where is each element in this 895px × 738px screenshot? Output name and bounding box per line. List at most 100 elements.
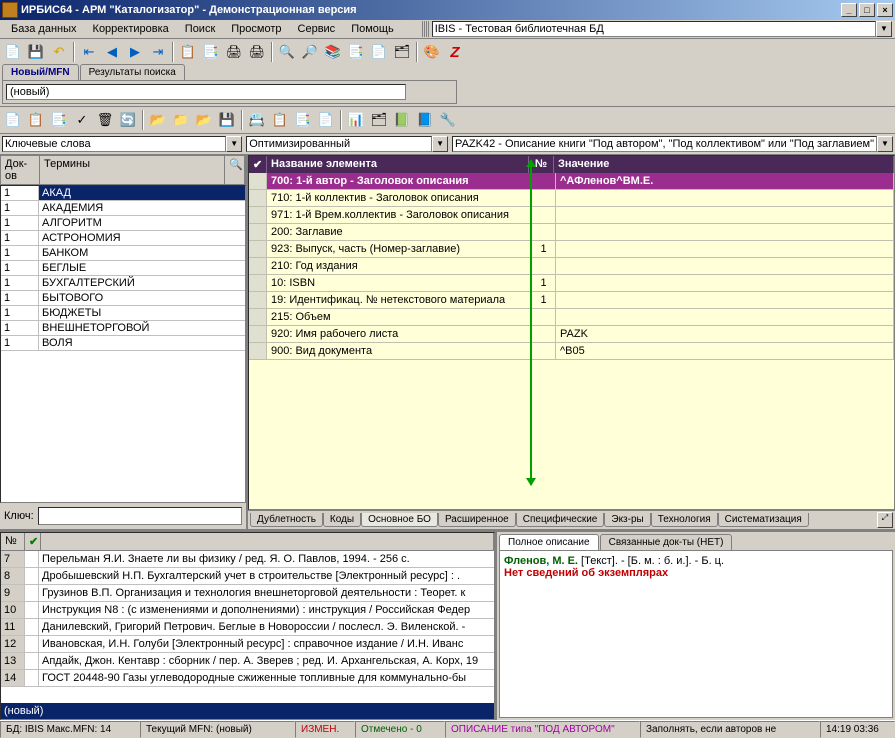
tb2-icon-7[interactable]: 📂 bbox=[147, 109, 169, 131]
tb2-icon-10[interactable]: 💾 bbox=[216, 109, 238, 131]
key-input[interactable] bbox=[38, 507, 242, 525]
term-row[interactable]: 1ВНЕШНЕТОРГОВОЙ bbox=[1, 321, 245, 336]
header-search-icon[interactable]: 🔍 bbox=[225, 156, 245, 184]
header-terms[interactable]: Термины bbox=[40, 156, 225, 184]
grid-header-num[interactable]: № bbox=[529, 156, 554, 173]
tab-full-description[interactable]: Полное описание bbox=[499, 534, 599, 550]
cards-icon[interactable]: 🗂 bbox=[391, 41, 413, 63]
next-icon[interactable]: ▶ bbox=[124, 41, 146, 63]
menu-help[interactable]: Помощь bbox=[343, 21, 402, 37]
print2-icon[interactable]: 🖨 bbox=[246, 41, 268, 63]
undo-icon[interactable]: ↶ bbox=[48, 41, 70, 63]
records-header-desc[interactable] bbox=[41, 533, 494, 550]
new-icon[interactable]: 📄 bbox=[2, 41, 24, 63]
btab-main-bo[interactable]: Основное БО bbox=[361, 513, 438, 527]
close-button[interactable]: × bbox=[877, 3, 893, 17]
btab-dublet[interactable]: Дублетность bbox=[250, 513, 323, 527]
grid-row[interactable]: 710: 1-й коллектив - Заголовок описания bbox=[249, 190, 894, 207]
grid-header-name[interactable]: Название элемента bbox=[267, 156, 529, 173]
menu-database[interactable]: База данных bbox=[3, 21, 85, 37]
term-row[interactable]: 1БЕГЛЫЕ bbox=[1, 261, 245, 276]
optimized-combo[interactable]: Оптимизированный bbox=[246, 136, 432, 152]
btab-tech[interactable]: Технология bbox=[651, 513, 718, 527]
grid-header-check[interactable]: ✔ bbox=[249, 156, 267, 173]
records-new-row[interactable]: (новый) bbox=[1, 703, 494, 719]
tab-search-results[interactable]: Результаты поиска bbox=[80, 64, 185, 80]
tb2-icon-9[interactable]: 📂 bbox=[193, 109, 215, 131]
grid-row[interactable]: 920: Имя рабочего листаPAZK bbox=[249, 326, 894, 343]
record-row[interactable]: 10Инструкция N8 : (с изменениями и допол… bbox=[1, 602, 494, 619]
grid-header-value[interactable]: Значение bbox=[554, 156, 894, 173]
record-row[interactable]: 12Ивановская, И.Н. Голуби [Электронный р… bbox=[1, 636, 494, 653]
doc-plus-icon[interactable]: 📄 bbox=[368, 41, 390, 63]
copy-icon[interactable]: 📋 bbox=[177, 41, 199, 63]
btab-system[interactable]: Систематизация bbox=[718, 513, 809, 527]
btab-codes[interactable]: Коды bbox=[323, 513, 361, 527]
term-row[interactable]: 1АКАДЕМИЯ bbox=[1, 201, 245, 216]
last-icon[interactable]: ⇥ bbox=[147, 41, 169, 63]
tb2-icon-13[interactable]: 📑 bbox=[292, 109, 314, 131]
tb2-icon-15[interactable]: 📊 bbox=[345, 109, 367, 131]
grid-row[interactable]: 210: Год издания bbox=[249, 258, 894, 275]
keywords-combo[interactable]: Ключевые слова bbox=[2, 136, 226, 152]
btab-expand-button[interactable]: ⤢ bbox=[877, 512, 893, 528]
grid-row[interactable]: 19: Идентификац. № нетекстового материал… bbox=[249, 292, 894, 309]
terms-list[interactable]: 1АКАД1АКАДЕМИЯ1АЛГОРИТМ1АСТРОНОМИЯ1БАНКО… bbox=[0, 185, 246, 503]
btab-copies[interactable]: Экз-ры bbox=[604, 513, 650, 527]
tb2-icon-18[interactable]: 📘 bbox=[414, 109, 436, 131]
record-row[interactable]: 7Перельман Я.И. Знаете ли вы физику / ре… bbox=[1, 551, 494, 568]
term-row[interactable]: 1БЫТОВОГО bbox=[1, 291, 245, 306]
new-mfn-input[interactable]: (новый) bbox=[6, 84, 406, 100]
header-doc-count[interactable]: Док-ов bbox=[1, 156, 40, 184]
record-row[interactable]: 9Грузинов В.П. Организация и технология … bbox=[1, 585, 494, 602]
term-row[interactable]: 1АКАД bbox=[1, 186, 245, 201]
grid-row[interactable]: 215: Объем bbox=[249, 309, 894, 326]
btab-extended[interactable]: Расширенное bbox=[438, 513, 516, 527]
grid-row[interactable]: 971: 1-й Врем.коллектив - Заголовок опис… bbox=[249, 207, 894, 224]
tb2-icon-8[interactable]: 📁 bbox=[170, 109, 192, 131]
save-icon[interactable]: 💾 bbox=[25, 41, 47, 63]
tb2-icon-16[interactable]: 🗂 bbox=[368, 109, 390, 131]
tb2-icon-17[interactable]: 📗 bbox=[391, 109, 413, 131]
books-icon[interactable]: 📚 bbox=[322, 41, 344, 63]
layers-icon[interactable]: 📑 bbox=[200, 41, 222, 63]
tab-linked-docs[interactable]: Связанные док-ты (НЕТ) bbox=[600, 534, 733, 550]
tb2-icon-5[interactable]: 🗑 bbox=[94, 109, 116, 131]
term-row[interactable]: 1БАНКОМ bbox=[1, 246, 245, 261]
tb2-icon-12[interactable]: 📋 bbox=[269, 109, 291, 131]
maximize-button[interactable]: □ bbox=[859, 3, 875, 17]
tb2-icon-11[interactable]: 📇 bbox=[246, 109, 268, 131]
btab-specific[interactable]: Специфические bbox=[516, 513, 605, 527]
term-row[interactable]: 1БЮДЖЕТЫ bbox=[1, 306, 245, 321]
tb2-icon-3[interactable]: 📑 bbox=[48, 109, 70, 131]
record-row[interactable]: 8Дробышевский Н.П. Бухгалтерский учет в … bbox=[1, 568, 494, 585]
database-combo[interactable]: IBIS - Тестовая библиотечная БД bbox=[432, 21, 876, 37]
database-dropdown-button[interactable]: ▼ bbox=[876, 21, 892, 37]
optimized-dropdown-button[interactable]: ▼ bbox=[432, 136, 448, 152]
records-header-check[interactable]: ✔ bbox=[25, 533, 41, 550]
keywords-dropdown-button[interactable]: ▼ bbox=[226, 136, 242, 152]
tab-new-mfn[interactable]: Новый/MFN bbox=[2, 64, 79, 80]
records-header-num[interactable]: № bbox=[1, 533, 25, 550]
grid-row[interactable]: 700: 1-й автор - Заголовок описания^АФле… bbox=[249, 173, 894, 190]
tb2-icon-1[interactable]: 📄 bbox=[2, 109, 24, 131]
first-icon[interactable]: ⇤ bbox=[78, 41, 100, 63]
z-icon[interactable]: Z bbox=[444, 41, 466, 63]
grid-row[interactable]: 900: Вид документа^B05 bbox=[249, 343, 894, 360]
grid-row[interactable]: 923: Выпуск, часть (Номер-заглавие)1 bbox=[249, 241, 894, 258]
search-icon[interactable]: 🔍 bbox=[276, 41, 298, 63]
docs-icon[interactable]: 📑 bbox=[345, 41, 367, 63]
pazk-combo[interactable]: PAZK42 - Описание книги "Под автором", "… bbox=[452, 136, 877, 152]
term-row[interactable]: 1БУХГАЛТЕРСКИЙ bbox=[1, 276, 245, 291]
term-row[interactable]: 1АЛГОРИТМ bbox=[1, 216, 245, 231]
palette-icon[interactable]: 🎨 bbox=[421, 41, 443, 63]
menu-service[interactable]: Сервис bbox=[290, 21, 344, 37]
tb2-icon-19[interactable]: 🔧 bbox=[437, 109, 459, 131]
record-row[interactable]: 14ГОСТ 20448-90 Газы углеводородные сжиж… bbox=[1, 670, 494, 687]
tb2-icon-2[interactable]: 📋 bbox=[25, 109, 47, 131]
minimize-button[interactable]: _ bbox=[841, 3, 857, 17]
tb2-icon-4[interactable]: ✓ bbox=[71, 109, 93, 131]
menu-search[interactable]: Поиск bbox=[177, 21, 223, 37]
term-row[interactable]: 1ВОЛЯ bbox=[1, 336, 245, 351]
tb2-icon-14[interactable]: 📄 bbox=[315, 109, 337, 131]
